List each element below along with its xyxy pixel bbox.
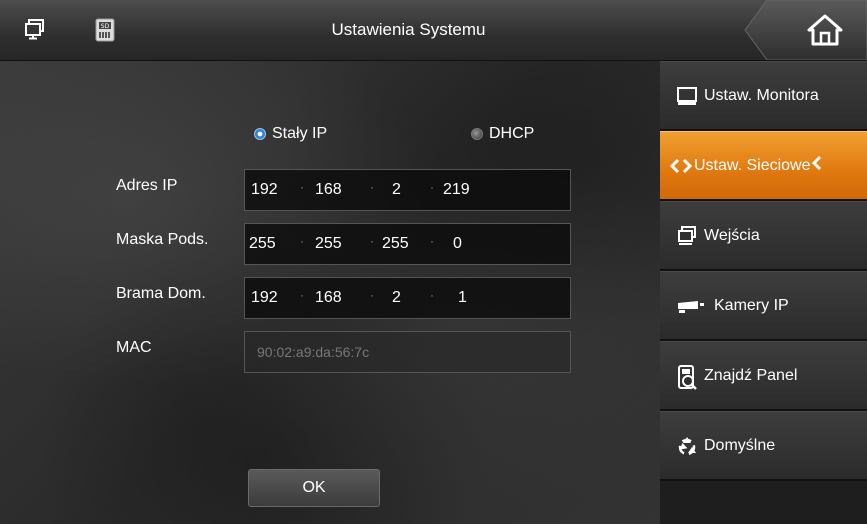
home-button[interactable] (805, 12, 845, 48)
gateway-label: Brama Dom. (116, 285, 206, 302)
network-arrows-icon (669, 155, 693, 177)
gateway-octet-2[interactable]: 168 (315, 278, 342, 318)
mac-field: 90:02:a9:da:56:7c (244, 331, 571, 373)
subnet-mask-field[interactable]: 255 · 255 · 255 · 0 (244, 223, 571, 265)
octet-separator: · (300, 180, 304, 194)
sidebar-item-label: Wejścia (704, 226, 760, 244)
camera-icon (676, 295, 708, 317)
sidebar-item-label: Kamery IP (714, 296, 789, 314)
mac-label: MAC (116, 339, 152, 356)
static-ip-radio[interactable]: Stały IP (254, 125, 327, 143)
ok-button[interactable]: OK (248, 469, 380, 507)
gateway-octet-3[interactable]: 2 (392, 278, 401, 318)
octet-separator: · (370, 234, 374, 248)
octet-separator: · (430, 180, 434, 194)
sidebar-item-label: Znajdź Panel (704, 366, 798, 384)
sidebar-item-defaults[interactable]: Domyślne (660, 411, 867, 481)
ip-address-field[interactable]: 192 · 168 · 2 · 219 (244, 169, 571, 211)
gateway-octet-1[interactable]: 192 (251, 278, 278, 318)
sidebar-item-find-panel[interactable]: Znajdź Panel (660, 341, 867, 411)
sidebar-item-inputs[interactable]: Wejścia (660, 201, 867, 271)
sidebar-item-label: Ustaw. Monitora (704, 86, 819, 104)
octet-separator: · (300, 288, 304, 302)
sidebar-item-network-settings[interactable]: Ustaw. Sieciowe (660, 131, 867, 201)
inputs-icon (676, 225, 698, 247)
octet-separator: · (430, 288, 434, 302)
recycle-icon (676, 435, 698, 457)
sidebar-item-label: Domyślne (704, 436, 776, 454)
home-icon (805, 14, 845, 52)
sidebar-item-ip-cameras[interactable]: Kamery IP (660, 271, 867, 341)
octet-separator: · (430, 234, 434, 248)
radio-unselected-icon (471, 128, 483, 140)
network-settings-panel: Stały IP DHCP Adres IP 192 · 168 · 2 · 2… (0, 61, 660, 524)
sidebar-item-monitor-settings[interactable]: Ustaw. Monitora (660, 61, 867, 131)
octet-separator: · (370, 288, 374, 302)
mac-value: 90:02:a9:da:56:7c (257, 344, 370, 360)
ip-octet-3[interactable]: 2 (392, 170, 401, 210)
monitor-icon (676, 85, 698, 107)
dhcp-radio[interactable]: DHCP (471, 125, 534, 143)
active-chevron-icon (811, 155, 822, 176)
ip-octet-1[interactable]: 192 (251, 170, 278, 210)
ip-octet-2[interactable]: 168 (315, 170, 342, 210)
mask-octet-3[interactable]: 255 (382, 224, 409, 264)
home-tab-shape (744, 0, 867, 60)
dhcp-label: DHCP (489, 125, 535, 142)
mask-octet-1[interactable]: 255 (249, 224, 276, 264)
gateway-octet-4[interactable]: 1 (458, 278, 467, 318)
static-ip-label: Stały IP (272, 125, 328, 142)
octet-separator: · (300, 234, 304, 248)
mask-octet-2[interactable]: 255 (315, 224, 342, 264)
ip-address-label: Adres IP (116, 177, 178, 194)
radio-selected-icon (254, 128, 266, 140)
ip-octet-4[interactable]: 219 (443, 170, 470, 210)
mask-octet-4[interactable]: 0 (453, 224, 462, 264)
octet-separator: · (370, 180, 374, 194)
sidebar-item-label: Ustaw. Sieciowe (694, 156, 811, 174)
settings-sidebar: Ustaw. Monitora Ustaw. Sieciowe Wejścia (660, 61, 867, 524)
find-panel-icon (676, 364, 698, 390)
gateway-field[interactable]: 192 · 168 · 2 · 1 (244, 277, 571, 319)
home-area (737, 0, 867, 60)
top-bar: SD Ustawienia Systemu (0, 0, 867, 61)
subnet-mask-label: Maska Pods. (116, 231, 209, 248)
